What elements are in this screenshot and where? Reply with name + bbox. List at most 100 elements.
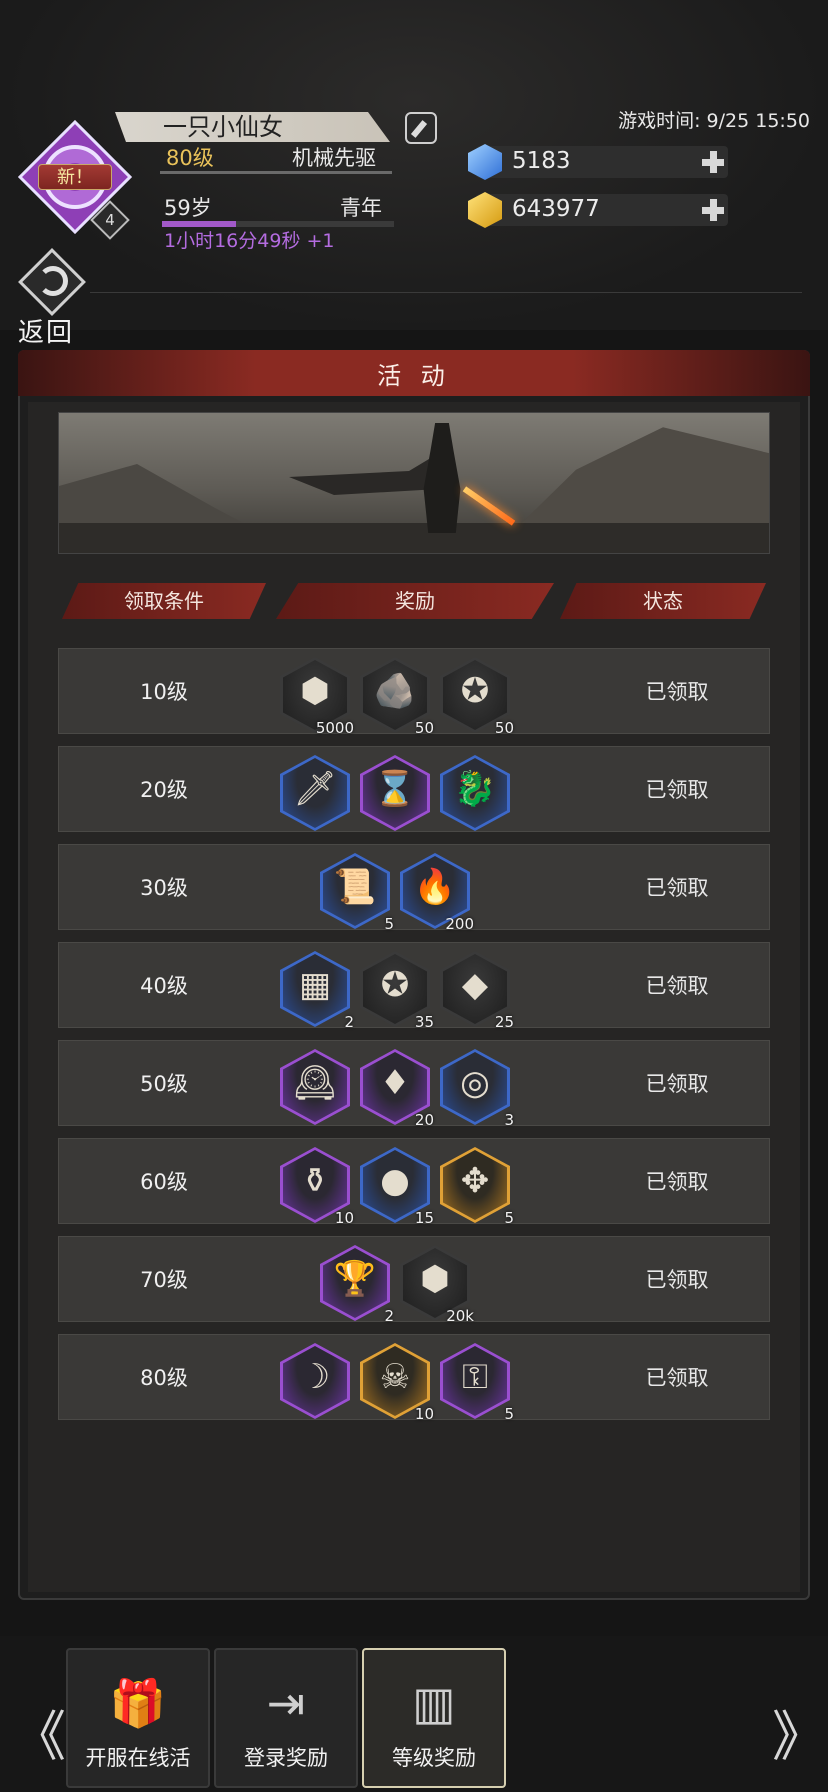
add-diamond-button[interactable] xyxy=(700,149,726,175)
reward-item[interactable]: 🪨 50 xyxy=(360,657,434,737)
tab-label: 开服在线活 xyxy=(85,1746,191,1770)
player-name: 一只小仙女 xyxy=(115,112,390,142)
item-quantity: 5 xyxy=(504,1405,514,1423)
rune-tablet-icon: ▦ xyxy=(298,965,332,1005)
hourglass-icon: ⌛ xyxy=(373,769,417,809)
gold-gem-icon: ⬢ xyxy=(420,1259,450,1299)
potion-bottle-icon: ⚱ xyxy=(300,1161,330,1201)
reward-row: 80级 ☽ ☠ 10 ⚿ 5 已领取 xyxy=(58,1334,770,1423)
row-condition: 60级 xyxy=(140,1170,188,1194)
row-status: 已领取 xyxy=(645,778,709,802)
player-age: 59岁 xyxy=(164,196,212,220)
header-divider xyxy=(90,292,802,293)
reward-item[interactable]: ● 15 xyxy=(360,1147,434,1227)
reward-item[interactable]: ☠ 10 xyxy=(360,1343,434,1423)
chalice-icon: 🏆 xyxy=(333,1259,377,1299)
reward-item[interactable]: 🗡 xyxy=(280,755,350,831)
crystal-cluster-icon: ♦ xyxy=(379,1063,411,1103)
knight-figure xyxy=(423,423,461,533)
gold-currency: 643977 xyxy=(468,192,728,228)
reward-item[interactable]: ◆ 25 xyxy=(440,951,514,1031)
item-quantity: 50 xyxy=(494,719,514,737)
crystal-icon: ◆ xyxy=(461,965,489,1005)
row-condition: 30级 xyxy=(140,876,188,900)
column-header-status: 状态 xyxy=(560,583,766,619)
tab-server-online[interactable]: 🎁 开服在线活 xyxy=(66,1648,210,1788)
key-icon: ⚿ xyxy=(462,1357,488,1397)
row-condition: 70级 xyxy=(140,1268,188,1292)
reward-row: 60级 ⚱ 10 ● 15 ✥ 5 已领取 xyxy=(58,1138,770,1227)
tab-label: 登录奖励 xyxy=(244,1746,328,1770)
compass-medal-icon: ✥ xyxy=(460,1161,490,1201)
star-coin-icon: ✪ xyxy=(380,965,410,1005)
diamond-amount: 5183 xyxy=(512,148,571,174)
item-quantity: 5000 xyxy=(315,719,354,737)
reward-item[interactable]: 🐉 xyxy=(440,755,510,831)
player-class: 机械先驱 xyxy=(292,146,376,170)
reward-item[interactable]: ⬢ 20k xyxy=(400,1245,474,1325)
new-tag-badge: 新！ xyxy=(38,164,112,190)
reward-item[interactable]: 🔥 200 xyxy=(400,853,474,933)
item-quantity: 25 xyxy=(494,1013,514,1031)
row-condition: 80级 xyxy=(140,1366,188,1390)
back-arrow-icon xyxy=(38,266,68,296)
prev-tab-arrow[interactable]: 《 xyxy=(12,1692,66,1771)
reward-item[interactable]: 🕰 xyxy=(280,1049,350,1125)
item-quantity: 5 xyxy=(384,915,394,933)
edit-name-icon[interactable] xyxy=(405,112,437,144)
reward-row: 40级 ▦ 2 ✪ 35 ◆ 25 已领取 xyxy=(58,942,770,1031)
row-status: 已领取 xyxy=(645,876,709,900)
row-status: 已领取 xyxy=(645,1268,709,1292)
reward-item[interactable]: ▦ 2 xyxy=(280,951,354,1031)
reward-item[interactable]: ⚱ 10 xyxy=(280,1147,354,1227)
gold-amount: 643977 xyxy=(512,196,600,222)
column-header-reward: 奖励 xyxy=(276,583,554,619)
reward-item[interactable]: ⚿ 5 xyxy=(440,1343,514,1423)
back-button[interactable]: 返回 xyxy=(10,248,94,348)
reward-item[interactable]: ⌛ xyxy=(360,755,430,831)
tab-login-reward[interactable]: ⇥ 登录奖励 xyxy=(214,1648,358,1788)
row-condition: 20级 xyxy=(140,778,188,802)
reward-item[interactable]: ⬢ 5000 xyxy=(280,657,354,737)
activity-banner xyxy=(58,412,770,554)
item-quantity: 3 xyxy=(504,1111,514,1129)
reward-item[interactable]: ✥ 5 xyxy=(440,1147,514,1227)
reward-item[interactable]: 🏆 2 xyxy=(320,1245,394,1325)
item-quantity: 15 xyxy=(414,1209,434,1227)
gift-icon: 🎁 xyxy=(109,1676,167,1730)
tab-level-reward[interactable]: ▥ 等级奖励 xyxy=(362,1648,506,1788)
flaming-sword xyxy=(462,486,516,526)
row-status: 已领取 xyxy=(645,1072,709,1096)
item-quantity: 50 xyxy=(414,719,434,737)
dragon-icon: 🐉 xyxy=(453,769,497,809)
reward-row: 20级 🗡 ⌛ 🐉 已领取 xyxy=(58,746,770,832)
gold-gem-icon: ⬢ xyxy=(300,671,330,711)
reward-item[interactable]: ☽ xyxy=(280,1343,350,1419)
row-status: 已领取 xyxy=(645,974,709,998)
reward-row: 10级 ⬢ 5000 🪨 50 ✪ 50 已领取 xyxy=(58,648,770,737)
star-coin-icon: ✪ xyxy=(460,671,490,711)
back-label: 返回 xyxy=(18,318,75,348)
diamond-currency: 5183 xyxy=(468,144,728,180)
row-condition: 50级 xyxy=(140,1072,188,1096)
reward-item[interactable]: ✪ 50 xyxy=(440,657,514,737)
item-quantity: 10 xyxy=(334,1209,354,1227)
pocket-watch-icon: ◎ xyxy=(460,1063,490,1103)
panel-title: 活 动 xyxy=(377,362,451,390)
reward-item[interactable]: ✪ 35 xyxy=(360,951,434,1031)
row-status: 已领取 xyxy=(645,1170,709,1194)
clock-tower-icon: 🕰 xyxy=(293,1063,337,1103)
reward-item[interactable]: 📜 5 xyxy=(320,853,394,933)
add-gold-button[interactable] xyxy=(700,197,726,223)
scythe-icon: ☽ xyxy=(299,1357,331,1397)
bar-chart-icon: ▥ xyxy=(412,1676,456,1730)
item-quantity: 10 xyxy=(414,1405,434,1423)
reward-item[interactable]: ◎ 3 xyxy=(440,1049,514,1129)
reward-row: 50级 🕰 ♦ 20 ◎ 3 已领取 xyxy=(58,1040,770,1129)
age-timer: 1小时16分49秒 +1 xyxy=(164,230,335,252)
reward-item[interactable]: ♦ 20 xyxy=(360,1049,434,1129)
next-tab-arrow[interactable]: 》 xyxy=(772,1692,826,1771)
item-quantity: 5 xyxy=(504,1209,514,1227)
item-quantity: 20k xyxy=(446,1307,474,1325)
row-condition: 10级 xyxy=(140,680,188,704)
